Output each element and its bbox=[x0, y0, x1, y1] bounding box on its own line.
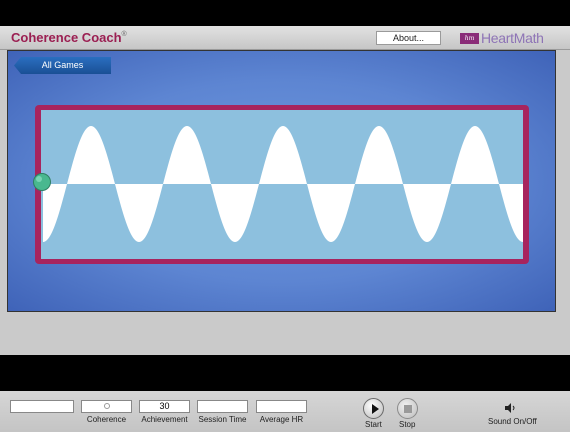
speaker-icon[interactable] bbox=[505, 403, 517, 413]
achievement-label: Achievement bbox=[141, 415, 188, 424]
heartmath-logo: hm HeartMath bbox=[460, 30, 544, 46]
heartmath-logo-icon: hm bbox=[460, 32, 479, 44]
play-icon bbox=[372, 404, 379, 414]
stop-label: Stop bbox=[399, 420, 416, 429]
player-ball[interactable] bbox=[33, 173, 51, 191]
control-bar: Coherence 30 Achievement Session Time Av… bbox=[0, 391, 570, 432]
start-button[interactable] bbox=[363, 398, 384, 419]
logo-text: HeartMath bbox=[481, 30, 544, 46]
coherence-field bbox=[81, 400, 132, 413]
average-hr-label: Average HR bbox=[259, 415, 304, 424]
about-button[interactable]: About... bbox=[376, 31, 441, 45]
status-field bbox=[10, 400, 74, 413]
app-header: Coherence Coach® About... hm HeartMath bbox=[0, 26, 570, 50]
game-area: All Games bbox=[7, 50, 556, 312]
middle-black-bar bbox=[0, 355, 570, 391]
achievement-field: 30 bbox=[139, 400, 190, 413]
stop-icon bbox=[404, 405, 412, 413]
app-title: Coherence Coach® bbox=[11, 30, 127, 45]
app-title-text: Coherence Coach bbox=[11, 30, 122, 45]
player-ball-highlight bbox=[36, 176, 42, 182]
session-time-label: Session Time bbox=[198, 415, 247, 424]
average-hr-field bbox=[256, 400, 307, 413]
coherence-label: Coherence bbox=[86, 415, 127, 424]
coherence-indicator-icon bbox=[103, 403, 110, 409]
start-label: Start bbox=[365, 420, 382, 429]
stop-button[interactable] bbox=[397, 398, 418, 419]
registered-mark: ® bbox=[121, 31, 127, 38]
session-time-field bbox=[197, 400, 248, 413]
wave-game-canvas bbox=[33, 105, 529, 264]
sound-toggle-label[interactable]: Sound On/Off bbox=[488, 417, 537, 426]
top-black-bar bbox=[0, 0, 570, 26]
